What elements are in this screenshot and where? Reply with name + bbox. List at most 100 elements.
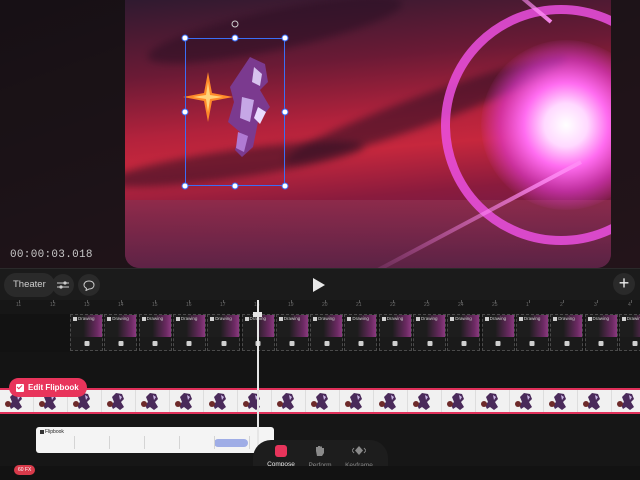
comment-button[interactable] [78,274,100,296]
timeline-ruler[interactable]: 1112131415161718192021222324251234 [0,300,640,314]
drawing-cell[interactable]: Drawing [515,314,549,351]
pin-icon[interactable] [427,341,432,346]
drawing-cell[interactable]: Drawing [207,314,241,351]
flipbook-frame[interactable] [272,390,306,412]
ruler-mark [563,300,564,303]
drawing-cell[interactable]: Drawing [275,314,309,351]
flipbook-frame[interactable] [510,390,544,412]
resize-handle[interactable] [181,182,189,190]
drawing-cell[interactable]: Drawing [104,314,138,351]
flipbook-clip[interactable]: Flipbook [36,427,274,453]
character-frame-icon [447,393,464,410]
pin-icon[interactable] [598,341,604,346]
flipbook-frame[interactable] [170,390,204,412]
flipbook-frame[interactable] [238,390,272,412]
flipbook-frame[interactable] [408,390,442,412]
drawing-cell-title: Drawing [587,316,610,321]
resize-handle[interactable] [231,34,239,42]
playhead-handle[interactable] [253,312,262,317]
flipbook-frame[interactable] [340,390,374,412]
flipbook-frame[interactable] [578,390,612,412]
ruler-tick: 24 [458,302,464,308]
flipbook-frame[interactable] [612,390,640,412]
drawing-cell[interactable]: Drawing [344,314,378,351]
artboard[interactable] [125,0,611,268]
ruler-tick: 2 [560,302,563,308]
drawing-cell-title: Drawing [73,316,95,321]
adjust-button[interactable] [52,274,74,296]
drawing-cell[interactable]: Drawing [618,314,640,351]
drawing-cell-title: Drawing [313,316,335,321]
flipbook-frame[interactable] [136,390,170,412]
flipbook-frame[interactable] [102,390,136,412]
checkbox-icon [484,316,489,321]
drawing-cell-title: Drawing [347,316,369,321]
empty-track[interactable] [0,352,640,388]
flipbook-frame[interactable] [476,390,510,412]
drawing-cell-label: Drawing [592,316,610,321]
drawing-cell[interactable]: Drawing [70,314,103,351]
drawing-cell[interactable]: Drawing [310,314,344,351]
flipbook-frame[interactable] [204,390,238,412]
pin-icon[interactable] [84,341,89,346]
pin-icon[interactable] [186,341,192,346]
pin-icon[interactable] [221,341,227,346]
flipbook-frame[interactable] [306,390,340,412]
checkbox-icon [587,316,592,321]
ruler-tick: 25 [492,302,498,308]
resize-handle[interactable] [281,108,289,116]
drawing-cell[interactable]: Drawing [447,314,481,351]
flipbook-frame[interactable] [442,390,476,412]
checkbox-icon [313,316,318,321]
play-icon[interactable] [313,278,325,292]
flipbook-frame-strip[interactable] [0,388,640,414]
pin-icon[interactable] [118,341,124,346]
resize-handle[interactable] [231,182,239,190]
selection-box[interactable] [185,38,285,186]
drawing-cell-label: Drawing [318,316,335,321]
hand-icon [316,446,324,456]
drawing-cell[interactable]: Drawing [138,314,172,351]
fx-badge[interactable]: 60 FX [14,465,36,475]
drawing-cell-label: Drawing [78,316,95,321]
pin-icon[interactable] [564,341,570,346]
drawing-cell-label: Drawing [215,316,232,321]
drawing-cell-label: Drawing [558,316,575,321]
drawing-cell-label: Drawing [283,316,301,321]
pin-icon[interactable] [529,341,535,346]
flipbook-frame[interactable] [374,390,408,412]
pin-icon[interactable] [495,341,501,346]
edit-flipbook-button[interactable]: Edit Flipbook [9,378,87,397]
theater-button[interactable]: Theater [4,273,55,297]
drawing-cell[interactable]: Drawing [378,314,412,351]
drawing-cell[interactable]: Drawing [481,314,515,351]
add-button[interactable]: + [613,273,635,295]
pin-icon[interactable] [461,341,467,346]
pin-icon[interactable] [324,341,330,346]
resize-handle[interactable] [281,34,289,42]
character-frame-icon [209,393,226,410]
character-frame-icon [549,393,566,410]
character-frame-icon [583,393,600,410]
mode-compose[interactable]: Compose [259,444,303,468]
pin-icon[interactable] [358,341,364,346]
pin-icon[interactable] [632,341,638,346]
pin-icon[interactable] [392,341,398,346]
resize-handle[interactable] [281,182,289,190]
pin-icon[interactable] [289,341,295,346]
character-frame-icon [175,393,192,410]
flipbook-clip-segment [110,436,145,449]
resize-handle[interactable] [181,34,189,42]
character-frame-icon [481,393,498,410]
drawing-cell[interactable]: Drawing [413,314,446,351]
sliders-icon [57,281,69,289]
rotate-handle[interactable] [231,20,239,28]
resize-handle[interactable] [181,108,189,116]
drawing-cell[interactable]: Drawing [584,314,618,351]
pin-icon[interactable] [152,341,158,346]
speech-bubble-icon [83,279,95,291]
drawing-cell[interactable]: Drawing [550,314,584,351]
flipbook-frame[interactable] [544,390,578,412]
drawing-cell-label: Drawing [112,316,129,321]
drawing-cell[interactable]: Drawing [172,314,206,351]
